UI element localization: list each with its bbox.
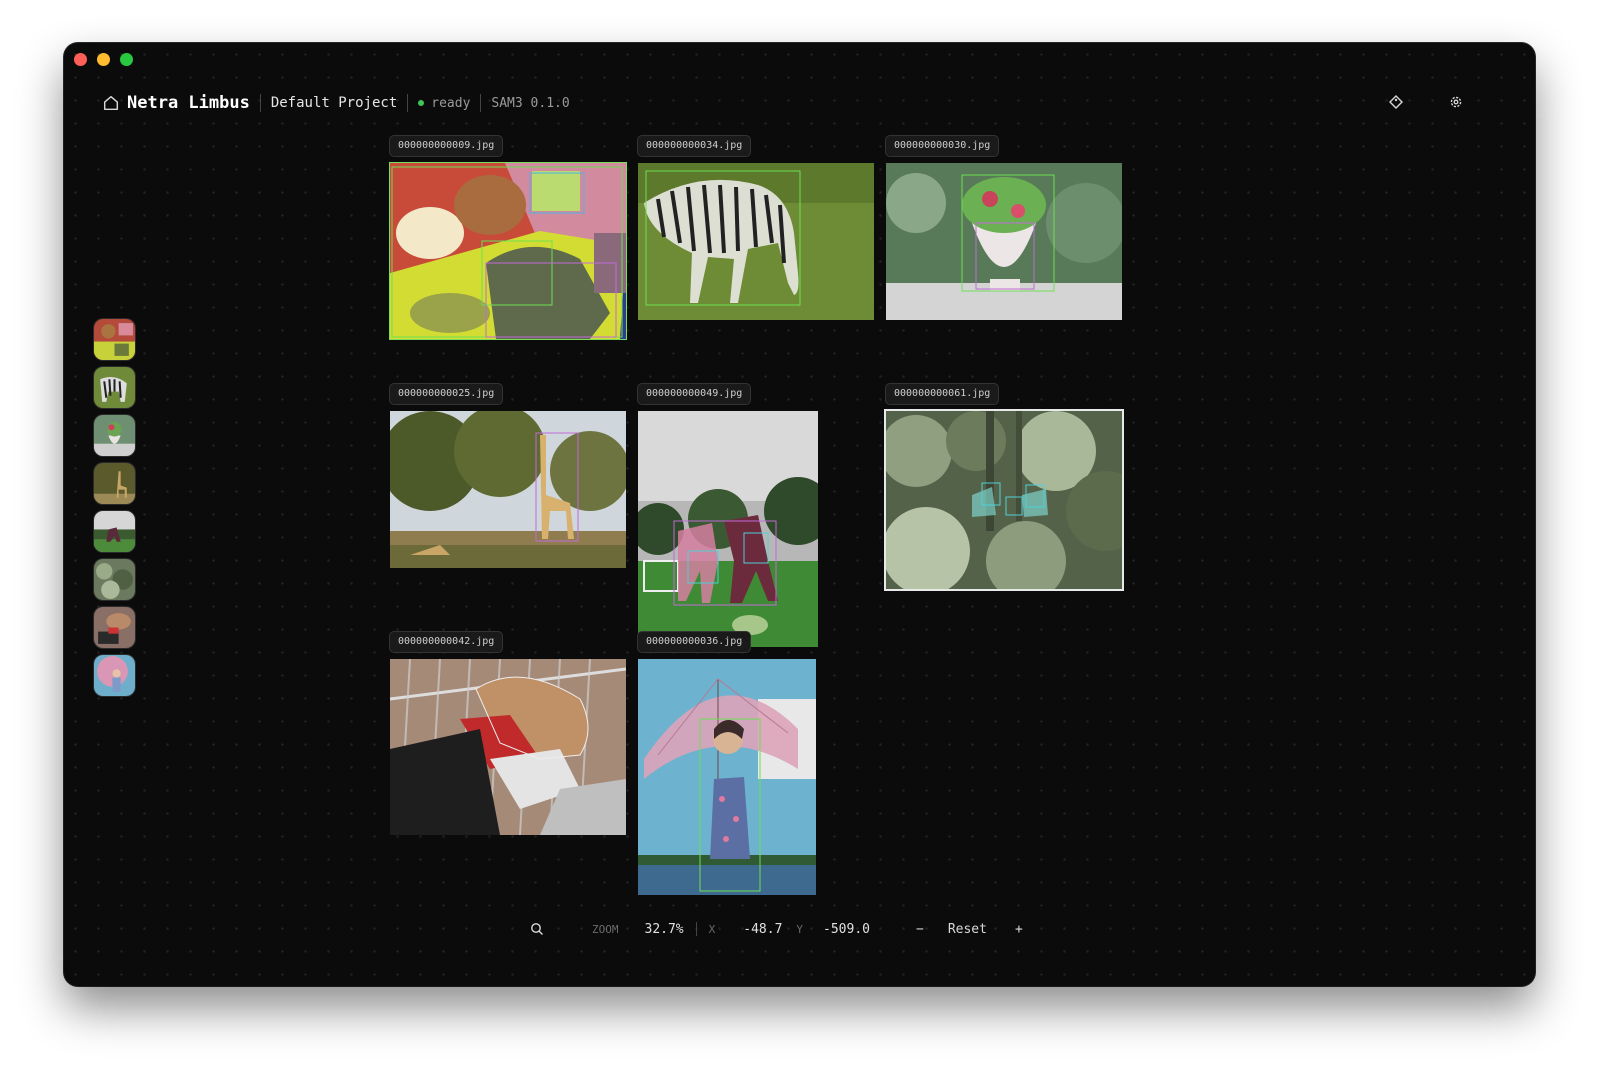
divider xyxy=(695,922,697,936)
reset-button[interactable]: Reset xyxy=(948,922,987,937)
image-canvas[interactable]: 000000000009.jpg 000000000034.jpg 000000… xyxy=(64,43,1535,986)
image-filename: 000000000042.jpg xyxy=(389,631,504,653)
app-window: Netra Limbus Default Project ready SAM3 … xyxy=(64,43,1535,986)
zoom-in-button[interactable]: + xyxy=(1015,922,1023,937)
image-thumbnail[interactable] xyxy=(638,163,874,320)
image-filename: 000000000036.jpg xyxy=(637,631,752,653)
image-thumbnail[interactable] xyxy=(390,411,626,568)
x-label: X xyxy=(708,922,716,936)
x-value: -48.7 xyxy=(743,921,783,937)
viewport-controls: ZOOM 32.7% X -48.7 Y -509.0 − Reset + xyxy=(530,917,1023,941)
zoom-label: ZOOM xyxy=(592,922,619,936)
image-thumbnail[interactable] xyxy=(638,411,818,647)
image-thumbnail[interactable] xyxy=(390,163,626,339)
image-thumbnail[interactable] xyxy=(390,659,626,835)
image-filename: 000000000034.jpg xyxy=(637,135,752,157)
image-filename: 000000000030.jpg xyxy=(885,135,1000,157)
search-icon[interactable] xyxy=(530,922,544,936)
image-filename: 000000000061.jpg xyxy=(885,383,1000,405)
image-filename: 000000000049.jpg xyxy=(637,383,752,405)
zoom-value: 32.7% xyxy=(644,921,684,937)
image-filename: 000000000025.jpg xyxy=(389,383,504,405)
y-label: Y xyxy=(796,922,804,936)
y-value: -509.0 xyxy=(823,921,870,937)
image-filename: 000000000009.jpg xyxy=(389,135,504,157)
image-thumbnail[interactable] xyxy=(638,659,816,895)
zoom-out-button[interactable]: − xyxy=(916,922,924,937)
image-thumbnail[interactable] xyxy=(886,163,1122,320)
image-thumbnail[interactable] xyxy=(886,411,1122,589)
